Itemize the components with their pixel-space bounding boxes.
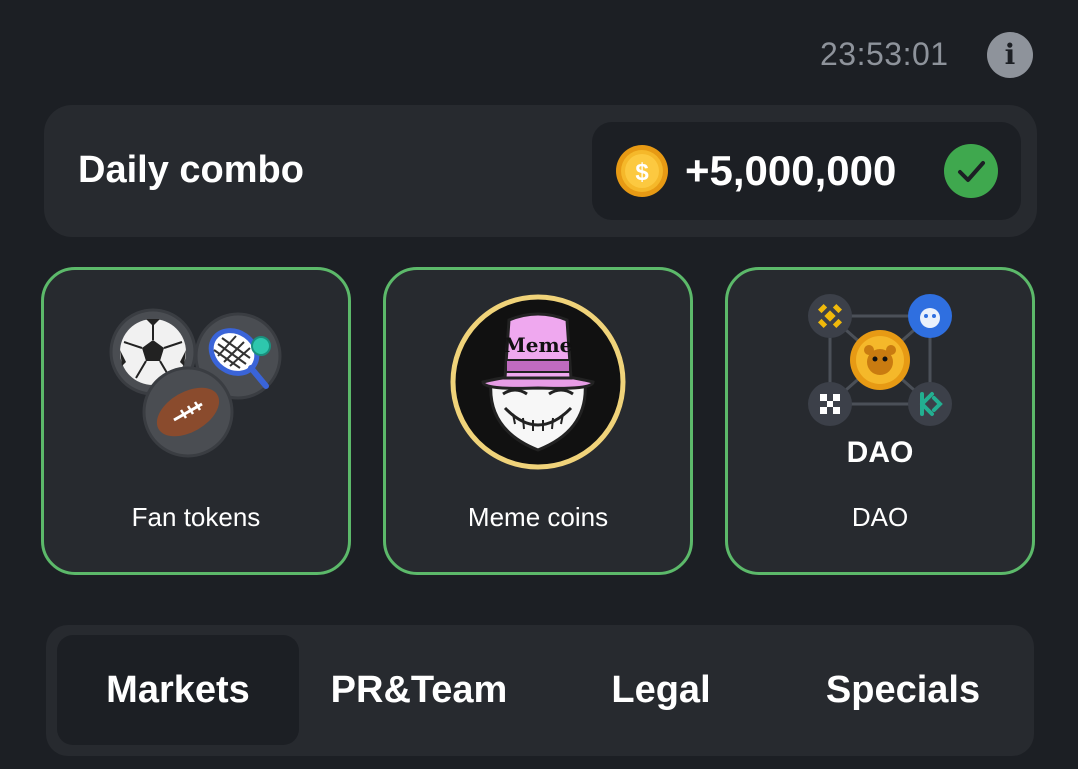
card-fan-tokens[interactable]: Fan tokens <box>41 267 351 575</box>
info-icon[interactable]: i <box>987 32 1033 78</box>
reward-pill: $ +5,000,000 <box>592 122 1021 220</box>
card-dao[interactable]: DAO DAO <box>725 267 1035 575</box>
card-meme-coins[interactable]: Meme Meme coins <box>383 267 693 575</box>
tab-pr-team[interactable]: PR&Team <box>298 635 540 745</box>
sports-balls-icon <box>109 308 282 458</box>
tab-markets[interactable]: Markets <box>57 635 299 745</box>
card-label-fan-tokens: Fan tokens <box>131 502 261 532</box>
daily-combo-title: Daily combo <box>78 149 304 191</box>
coin-symbol: $ <box>635 159 649 186</box>
daily-combo-bar: Daily combo $ +5,000,000 <box>44 105 1037 237</box>
meme-hat-text: Meme <box>504 333 573 357</box>
tab-legal[interactable]: Legal <box>540 635 782 745</box>
category-tabs: Markets PR&Team Legal Specials <box>46 625 1034 756</box>
dao-badge-text: DAO <box>847 436 914 469</box>
meme-hat-icon: Meme <box>450 294 626 470</box>
card-label-dao: DAO <box>851 502 909 532</box>
combo-timer: 23:53:01 <box>820 36 949 72</box>
gold-coin-icon: $ <box>616 145 668 197</box>
tab-specials[interactable]: Specials <box>782 635 1024 745</box>
dao-network-icon: DAO <box>808 294 952 469</box>
card-label-meme-coins: Meme coins <box>467 502 609 532</box>
green-check-icon <box>944 144 998 198</box>
reward-amount: +5,000,000 <box>685 147 897 194</box>
